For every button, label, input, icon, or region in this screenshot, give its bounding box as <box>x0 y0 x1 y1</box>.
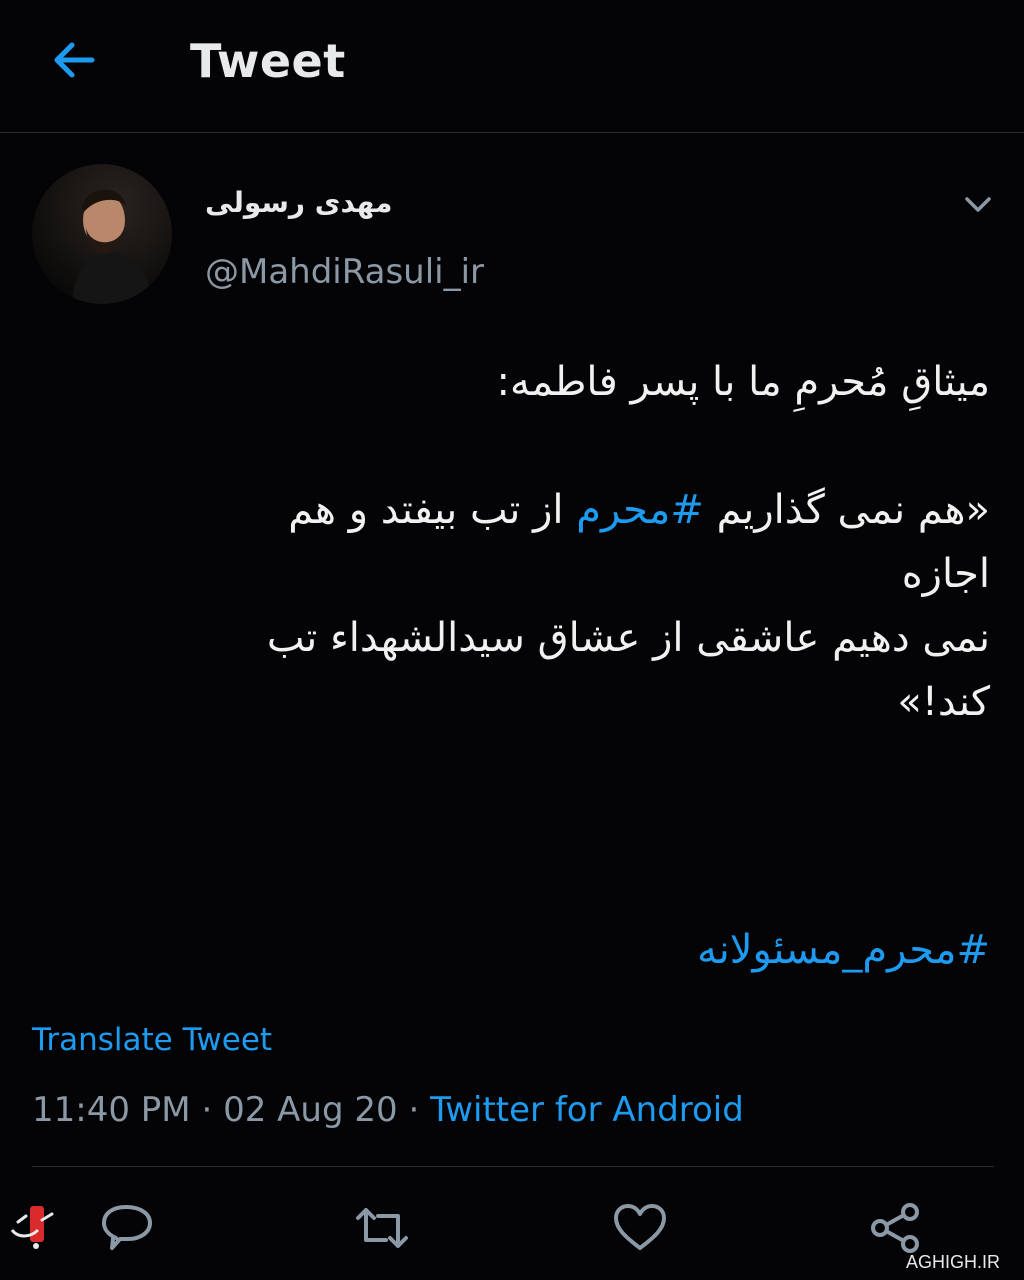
meta-separator: · <box>201 1090 213 1130</box>
tweet-line: نمی دهیم عاشقی از عشاق سیدالشهداء تب <box>266 615 990 661</box>
top-bar: Tweet <box>0 0 1024 133</box>
hashtag-link[interactable]: #محرم_مسئولانه <box>697 918 990 982</box>
reply-icon[interactable] <box>98 1198 158 1258</box>
tweet-text-run: «هم نمی گذاریم <box>716 487 990 533</box>
profile-photo <box>32 164 172 304</box>
tweet-text-run: از تب بیفتد و هم <box>288 487 564 533</box>
page-title: Tweet <box>190 34 346 88</box>
hashtag-link[interactable]: #محرم <box>576 487 704 533</box>
tweet-text: میثاقِ مُحرمِ ما با پسر فاطمه: «هم نمی گ… <box>110 350 990 734</box>
like-icon[interactable] <box>610 1198 670 1258</box>
tweet-date: 02 Aug 20 <box>223 1090 398 1130</box>
user-handle[interactable]: @MahdiRasuli_ir <box>205 252 484 292</box>
share-icon[interactable] <box>866 1198 926 1258</box>
watermark-text: AGHIGH.IR <box>905 1252 1000 1272</box>
meta-separator: · <box>408 1090 420 1130</box>
tweet-time: 11:40 PM <box>32 1090 191 1130</box>
divider <box>32 1166 994 1167</box>
display-name[interactable]: مهدی رسولی <box>205 186 392 219</box>
tweet-line: «هم نمی گذاریم #محرم از تب بیفتد و هم <box>110 478 990 542</box>
tweet-line: میثاقِ مُحرمِ ما با پسر فاطمه: <box>496 359 990 405</box>
retweet-icon[interactable] <box>352 1198 412 1258</box>
translate-tweet-link[interactable]: Translate Tweet <box>32 1022 272 1058</box>
avatar[interactable] <box>32 164 172 304</box>
tweet-line: اجازه <box>901 551 990 597</box>
tweet-source-link[interactable]: Twitter for Android <box>430 1090 744 1130</box>
chevron-down-icon[interactable] <box>960 186 996 222</box>
back-arrow-icon[interactable] <box>48 34 100 86</box>
aghigh-logo <box>10 1206 54 1249</box>
tweet-meta: 11:40 PM · 02 Aug 20 · Twitter for Andro… <box>32 1090 744 1130</box>
tweet-line: کند!» <box>897 679 990 725</box>
